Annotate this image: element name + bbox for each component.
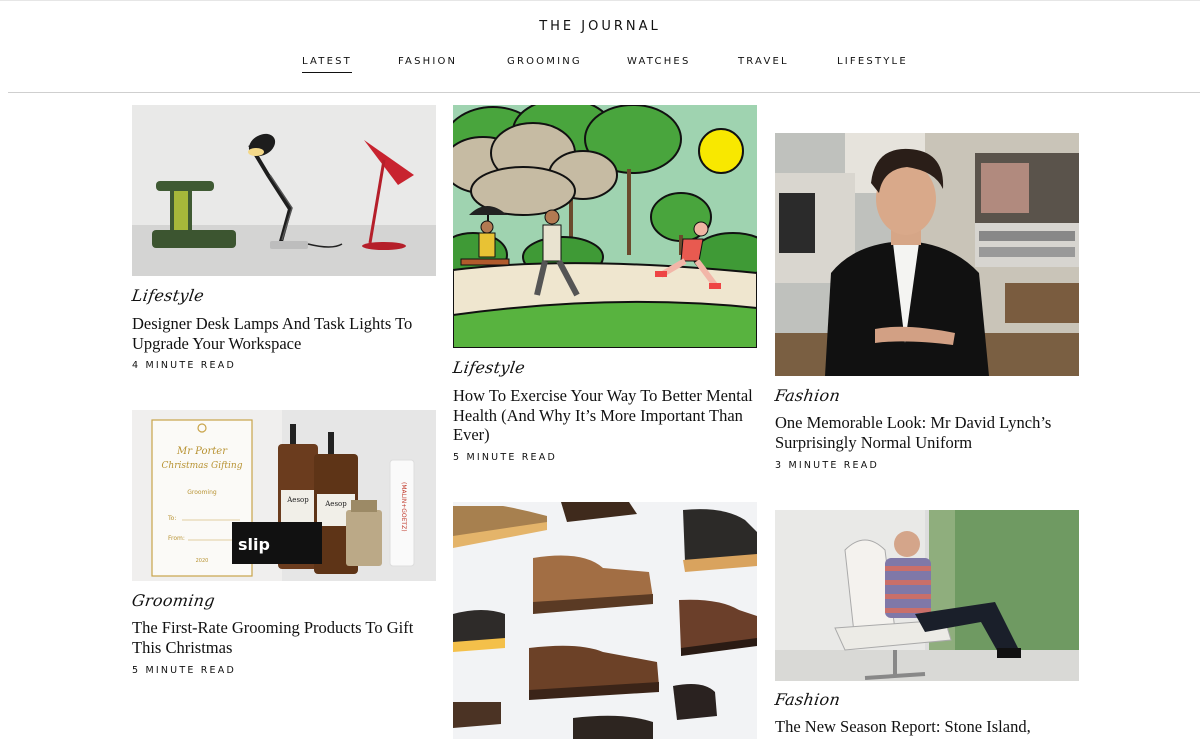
read-time: 4 MINUTE READ [132, 360, 236, 371]
nav-item-watches[interactable]: WATCHES [627, 56, 691, 67]
article-title[interactable]: Designer Desk Lamps And Task Lights To U… [132, 314, 436, 353]
category-label[interactable]: Grooming [131, 591, 217, 610]
nav-item-fashion[interactable]: FASHION [398, 56, 457, 67]
brand-aesop-2: Aesop [324, 500, 347, 508]
desk-lamps-image[interactable] [132, 105, 436, 276]
nav-item-travel[interactable]: TRAVEL [738, 56, 789, 67]
brand-aesop: Aesop [286, 496, 309, 504]
article-title[interactable]: The New Season Report: Stone Island, [775, 717, 1079, 737]
brand-slip: slip [238, 535, 270, 554]
article-title[interactable]: How To Exercise Your Way To Better Menta… [453, 386, 757, 445]
category-label[interactable]: Fashion [774, 690, 842, 709]
nav-item-lifestyle[interactable]: LIFESTYLE [837, 56, 908, 67]
article-title[interactable]: One Memorable Look: Mr David Lynch’s Sur… [775, 413, 1079, 452]
article-title[interactable]: The First-Rate Grooming Products To Gift… [132, 618, 436, 657]
suede-boots-image[interactable] [453, 502, 757, 739]
tag-to: To: [167, 515, 176, 522]
tag-year: 2020 [196, 558, 209, 564]
header-divider [8, 92, 1200, 93]
nav-item-grooming[interactable]: GROOMING [507, 56, 582, 67]
tag-line-2: Christmas Gifting [162, 461, 243, 471]
top-border [0, 0, 1200, 1]
nav-item-latest[interactable]: LATEST [302, 56, 352, 73]
category-nav: LATEST FASHION GROOMING WATCHES TRAVEL L… [0, 56, 1200, 78]
tag-grooming: Grooming [187, 489, 217, 496]
david-lynch-portrait-image[interactable] [775, 133, 1079, 376]
exercise-illustration-image[interactable] [453, 105, 757, 348]
read-time: 3 MINUTE READ [775, 460, 879, 471]
tag-line-1: Mr Porter [176, 446, 228, 457]
category-label[interactable]: Lifestyle [452, 358, 527, 377]
site-title[interactable]: THE JOURNAL [0, 19, 1200, 34]
stone-island-image[interactable] [775, 510, 1079, 681]
category-label[interactable]: Fashion [774, 386, 842, 405]
read-time: 5 MINUTE READ [453, 452, 557, 463]
tag-from: From: [168, 535, 185, 542]
read-time: 5 MINUTE READ [132, 665, 236, 676]
brand-malin: (MALIN+GOETZ) [400, 482, 407, 532]
category-label[interactable]: Lifestyle [131, 286, 206, 305]
grooming-products-image[interactable]: Mr Porter Christmas Gifting Grooming To:… [132, 410, 436, 581]
